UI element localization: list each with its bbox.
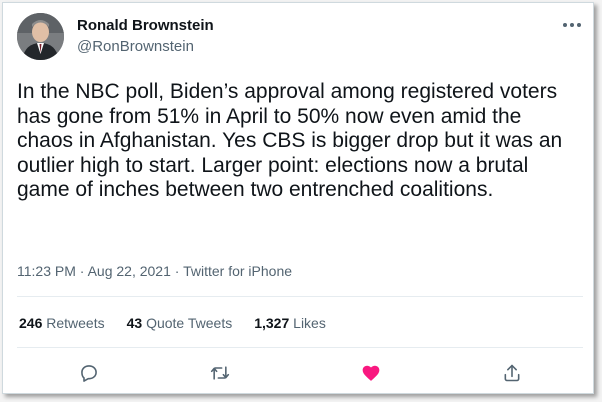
meta-separator: · <box>174 263 180 279</box>
quote-tweets-count: 43 <box>126 315 143 331</box>
retweet-button[interactable] <box>206 361 234 385</box>
share-icon <box>504 364 520 382</box>
likes-count: 1,327 <box>254 315 290 331</box>
likes-stat[interactable]: 1,327 Likes <box>254 315 326 331</box>
divider <box>17 296 583 297</box>
meta-separator: · <box>79 263 85 279</box>
heart-icon <box>362 365 380 381</box>
likes-label: Likes <box>293 315 326 331</box>
tweet-source[interactable]: Twitter for iPhone <box>183 263 292 279</box>
like-button[interactable] <box>357 361 385 385</box>
quote-tweets-label: Quote Tweets <box>146 315 233 331</box>
tweet-metadata: 11:23 PM · Aug 22, 2021 · Twitter for iP… <box>17 263 292 279</box>
more-options-icon[interactable] <box>561 17 583 33</box>
tweet-time[interactable]: 11:23 PM <box>17 263 76 279</box>
retweet-icon <box>210 366 230 380</box>
tweet-card: Ronald Brownstein @RonBrownstein In the … <box>2 2 594 394</box>
retweets-stat[interactable]: 246 Retweets <box>19 315 105 331</box>
reply-button[interactable] <box>75 361 103 385</box>
share-button[interactable] <box>498 361 526 385</box>
retweets-count: 246 <box>19 315 43 331</box>
author-handle[interactable]: @RonBrownstein <box>77 38 194 55</box>
avatar[interactable] <box>17 13 64 60</box>
tweet-date[interactable]: Aug 22, 2021 <box>88 263 171 279</box>
tweet-text: In the NBC poll, Biden’s approval among … <box>17 80 563 202</box>
engagement-stats: 246 Retweets 43 Quote Tweets 1,327 Likes <box>19 315 326 331</box>
retweets-label: Retweets <box>46 315 105 331</box>
author-name[interactable]: Ronald Brownstein <box>77 17 214 34</box>
action-bar <box>3 355 595 391</box>
reply-icon <box>81 365 97 382</box>
quote-tweets-stat[interactable]: 43 Quote Tweets <box>127 315 233 331</box>
divider <box>17 347 583 348</box>
